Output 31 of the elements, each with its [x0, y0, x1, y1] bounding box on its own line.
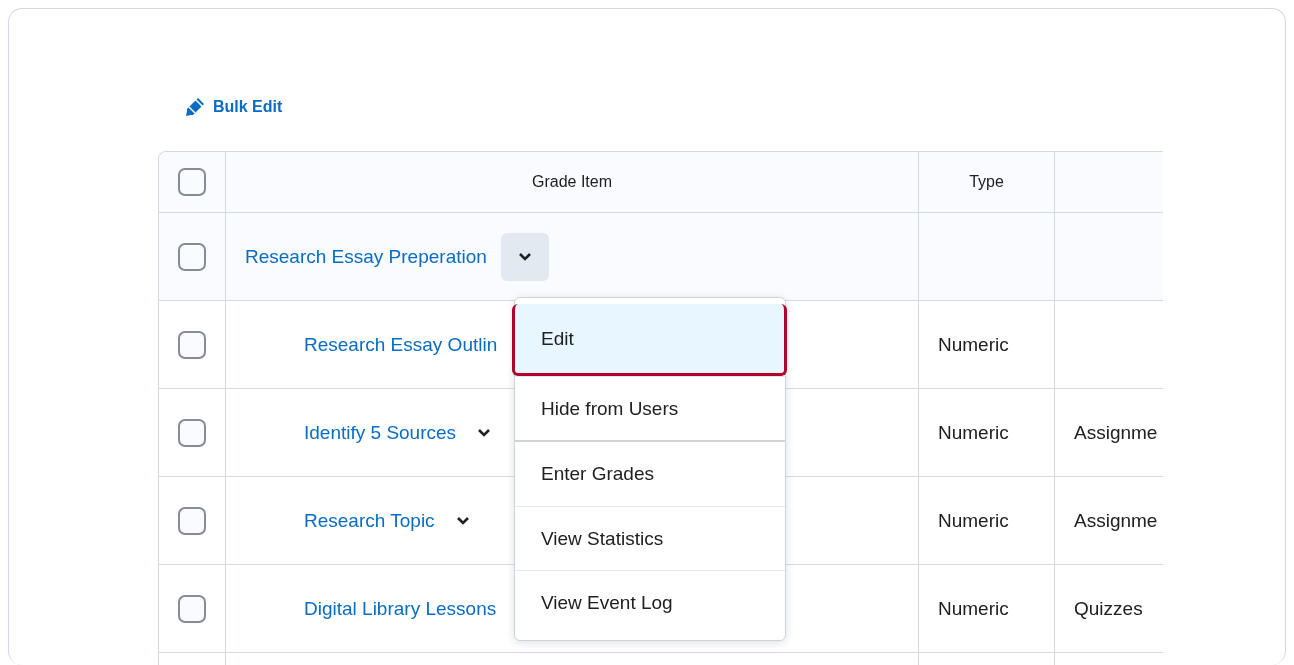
column-header: Type — [919, 152, 1055, 212]
table-cell: Numeric — [938, 333, 1009, 356]
row-checkbox[interactable] — [178, 594, 206, 623]
pencil-icon — [183, 95, 207, 119]
chevron-down-icon — [455, 515, 470, 526]
grade-item-link[interactable]: Research Essay Preperation — [245, 245, 487, 268]
grade-item-link[interactable]: Research Essay Outlin — [304, 333, 498, 356]
select-all-checkbox[interactable] — [178, 168, 206, 196]
row-checkbox[interactable] — [178, 242, 206, 271]
chevron-down-icon — [517, 251, 532, 262]
table-cell: Assignme — [1074, 421, 1158, 444]
bulk-edit-button[interactable]: Bulk Edit — [179, 95, 287, 119]
menu-item[interactable]: View Event Log — [515, 570, 785, 634]
table-cell: Numeric — [938, 509, 1009, 532]
grade-item-link[interactable]: Identify 5 Sources — [304, 421, 457, 444]
menu-item[interactable]: Edit — [512, 304, 787, 376]
chevron-button[interactable] — [500, 232, 549, 281]
menu-item[interactable]: Hide from Users — [515, 376, 785, 440]
table-cell: Quizzes — [1074, 597, 1143, 620]
table-cell: Assignme — [1074, 509, 1158, 532]
chevron-down-icon — [477, 427, 492, 438]
grade-item-link[interactable]: Digital Library Lessons — [304, 597, 497, 620]
grade-item-link[interactable]: Research Topic — [304, 509, 435, 532]
column-header: Grade Item — [226, 152, 919, 212]
row-checkbox[interactable] — [178, 418, 206, 447]
row-checkbox[interactable] — [178, 330, 206, 359]
menu-item[interactable]: View Statistics — [515, 506, 785, 570]
table-cell: Numeric — [938, 597, 1009, 620]
row-checkbox[interactable] — [178, 506, 206, 535]
menu-item[interactable]: Enter Grades — [515, 442, 785, 506]
table-cell: Numeric — [938, 421, 1009, 444]
